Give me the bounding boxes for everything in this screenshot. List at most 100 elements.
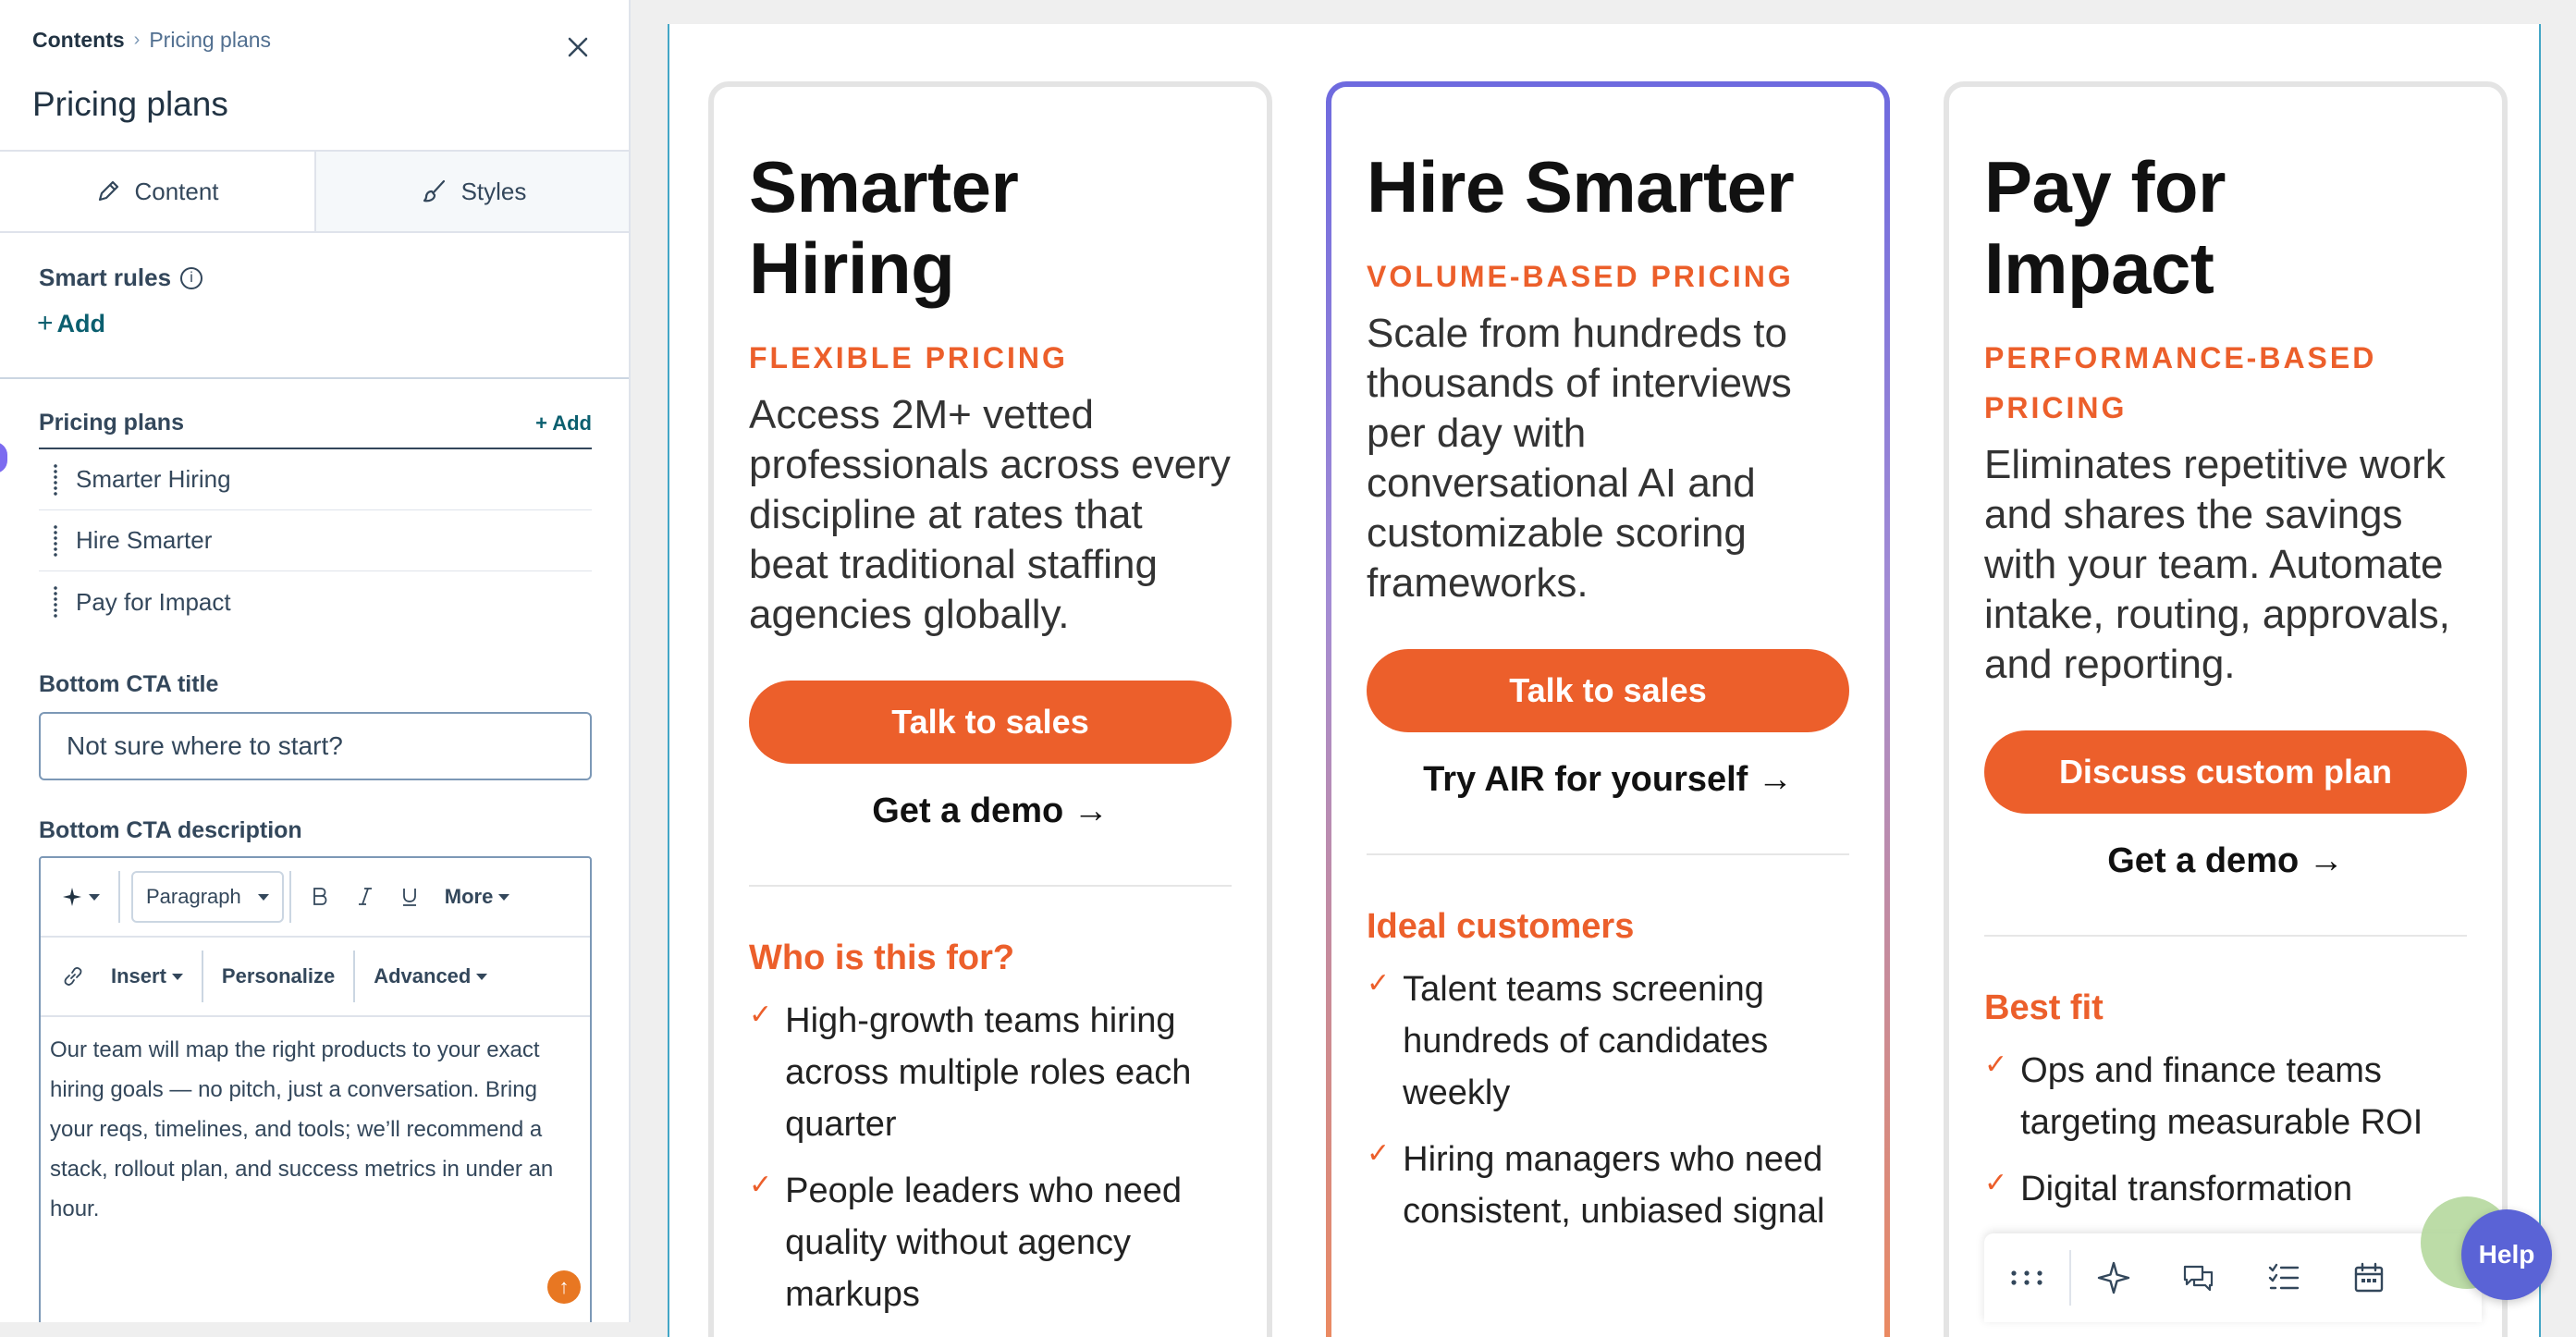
personalize-button[interactable]: Personalize [209, 951, 348, 1002]
card-divider [1984, 935, 2467, 937]
arrow-up-icon[interactable]: ↑ [547, 1270, 581, 1304]
bottom-cta-title-label: Bottom CTA title [39, 671, 219, 697]
tab-styles-label: Styles [460, 177, 527, 205]
format-select-value: Paragraph [146, 885, 241, 908]
add-smart-rule-button[interactable]: + Add [37, 308, 105, 339]
ai-assist-button[interactable] [48, 871, 113, 923]
card-description: Scale from hundreds to thousands of inte… [1367, 311, 1792, 606]
toolbar-drag-handle[interactable] [1984, 1233, 2069, 1322]
chevron-down-icon [257, 893, 269, 901]
tab-content-label: Content [134, 177, 219, 205]
editor-sidebar: Contents › Pricing plans Pricing plans C… [0, 0, 631, 1322]
try-air-link[interactable]: Try AIR for yourself → [1367, 760, 1849, 800]
card-section-title: Who is this for? [749, 938, 1015, 977]
tab-bar: Content Styles [0, 150, 629, 233]
comments-button[interactable] [2156, 1233, 2241, 1322]
toolbar-divider [353, 951, 356, 1002]
plan-list-item[interactable]: Smarter Hiring [39, 449, 592, 510]
toolbar-divider [288, 871, 291, 923]
get-a-demo-link[interactable]: Get a demo → [749, 791, 1232, 831]
pricing-card[interactable]: Pay for Impact PERFORMANCE-BASED PRICING… [1944, 81, 2508, 1337]
card-eyebrow: PERFORMANCE-BASED PRICING [1984, 341, 2377, 424]
plan-list-item[interactable]: Pay for Impact [39, 571, 592, 632]
help-button[interactable]: Help [2461, 1209, 2552, 1300]
pencil-icon [99, 180, 119, 202]
bold-icon [313, 888, 327, 905]
ai-assistant-button[interactable] [2071, 1233, 2156, 1322]
plan-list-item[interactable]: Hire Smarter [39, 510, 592, 571]
tasks-button[interactable] [2241, 1233, 2326, 1322]
tab-styles[interactable]: Styles [314, 152, 629, 231]
list-item: ✓ Digital transformation [1984, 1163, 2467, 1215]
plan-item-label: Pay for Impact [76, 587, 231, 616]
tab-content[interactable]: Content [0, 152, 314, 231]
bullet-text: People leaders who need quality without … [785, 1171, 1183, 1314]
link-button[interactable] [48, 951, 98, 1002]
list-item: ✓ Hiring managers who need consistent, un… [1367, 1134, 1849, 1237]
add-plan-button[interactable]: + Add [535, 411, 592, 435]
brush-icon [423, 179, 445, 202]
talk-to-sales-button[interactable]: Talk to sales [1367, 649, 1849, 732]
calendar-icon [2354, 1262, 2384, 1293]
rte-content-area[interactable]: Our team will map the right products to … [41, 1017, 590, 1229]
checkmark-icon: ✓ [749, 1000, 773, 1030]
discuss-custom-plan-button[interactable]: Discuss custom plan [1984, 730, 2467, 814]
sparkle-icon [63, 888, 81, 906]
card-title: Smarter Hiring [749, 146, 1019, 309]
drag-handle-icon[interactable] [52, 523, 59, 558]
checkmark-icon: ✓ [1984, 1049, 2008, 1080]
toolbar-divider [201, 951, 203, 1002]
bottom-cta-title-input[interactable]: Not sure where to start? [39, 712, 592, 780]
checkmark-icon: ✓ [749, 1170, 773, 1200]
list-item: ✓ Talent teams screening hundreds of cand… [1367, 963, 1849, 1119]
underline-icon [402, 889, 416, 906]
insert-menu-button[interactable]: Insert [98, 951, 196, 1002]
rte-toolbar-row-2: Insert Personalize Advanced [41, 938, 590, 1017]
bullet-text: Hiring managers who need consistent, unb… [1403, 1140, 1825, 1231]
card-divider [749, 885, 1232, 887]
comments-icon [2183, 1265, 2214, 1292]
breadcrumb-separator-icon: › [133, 30, 141, 50]
insert-label: Insert [111, 964, 166, 987]
italic-button[interactable] [343, 871, 387, 923]
plan-item-label: Smarter Hiring [76, 465, 231, 493]
underline-button[interactable] [387, 871, 432, 923]
chevron-down-icon [476, 973, 488, 980]
plus-icon: + [37, 308, 54, 338]
add-smart-rule-label: Add [56, 309, 106, 337]
drag-handle-icon[interactable] [52, 585, 59, 619]
sparkle-icon [2097, 1261, 2130, 1294]
more-label: More [444, 885, 494, 908]
drag-handle-icon[interactable] [52, 462, 59, 497]
get-a-demo-link[interactable]: Get a demo → [1984, 841, 2467, 881]
pricing-card[interactable]: Smarter Hiring FLEXIBLE PRICING Access 2… [708, 81, 1272, 1337]
paragraph-format-select[interactable]: Paragraph [131, 871, 284, 923]
checkmark-icon: ✓ [1367, 968, 1391, 999]
calendar-button[interactable] [2326, 1233, 2411, 1322]
pricing-card-featured[interactable]: Hire Smarter VOLUME-BASED PRICING Scale … [1326, 81, 1890, 1337]
pricing-plans-label: Pricing plans [39, 410, 184, 435]
list-item: ✓ Ops and finance teams targeting measura… [1984, 1045, 2467, 1148]
chevron-down-icon [498, 893, 510, 901]
rte-toolbar-row-1: Paragraph More [41, 858, 590, 938]
bullet-text: Talent teams screening hundreds of candi… [1403, 970, 1769, 1112]
bullet-text: Ops and finance teams targeting measurab… [2020, 1051, 2423, 1142]
talk-to-sales-button[interactable]: Talk to sales [749, 681, 1232, 764]
floating-toolbar [1984, 1233, 2482, 1322]
advanced-menu-button[interactable]: Advanced [361, 951, 500, 1002]
checklist-icon [2268, 1263, 2300, 1290]
smart-rules-label: Smart rules i [39, 264, 203, 292]
more-menu-button[interactable]: More [432, 871, 523, 923]
card-section-title: Best fit [1984, 988, 2104, 1027]
bullet-text: High-growth teams hiring across multiple… [785, 1001, 1192, 1144]
info-icon[interactable]: i [180, 266, 203, 289]
smart-rules-text: Smart rules [39, 264, 172, 291]
card-bullet-list: ✓ High-growth teams hiring across multipl… [749, 995, 1232, 1320]
card-eyebrow: VOLUME-BASED PRICING [1367, 260, 1794, 293]
plan-item-label: Hire Smarter [76, 526, 213, 554]
close-icon[interactable] [566, 35, 590, 59]
breadcrumb-root[interactable]: Contents [32, 28, 125, 53]
card-title: Hire Smarter [1367, 146, 1795, 227]
bold-button[interactable] [297, 871, 343, 923]
card-section-title: Ideal customers [1367, 907, 1635, 946]
